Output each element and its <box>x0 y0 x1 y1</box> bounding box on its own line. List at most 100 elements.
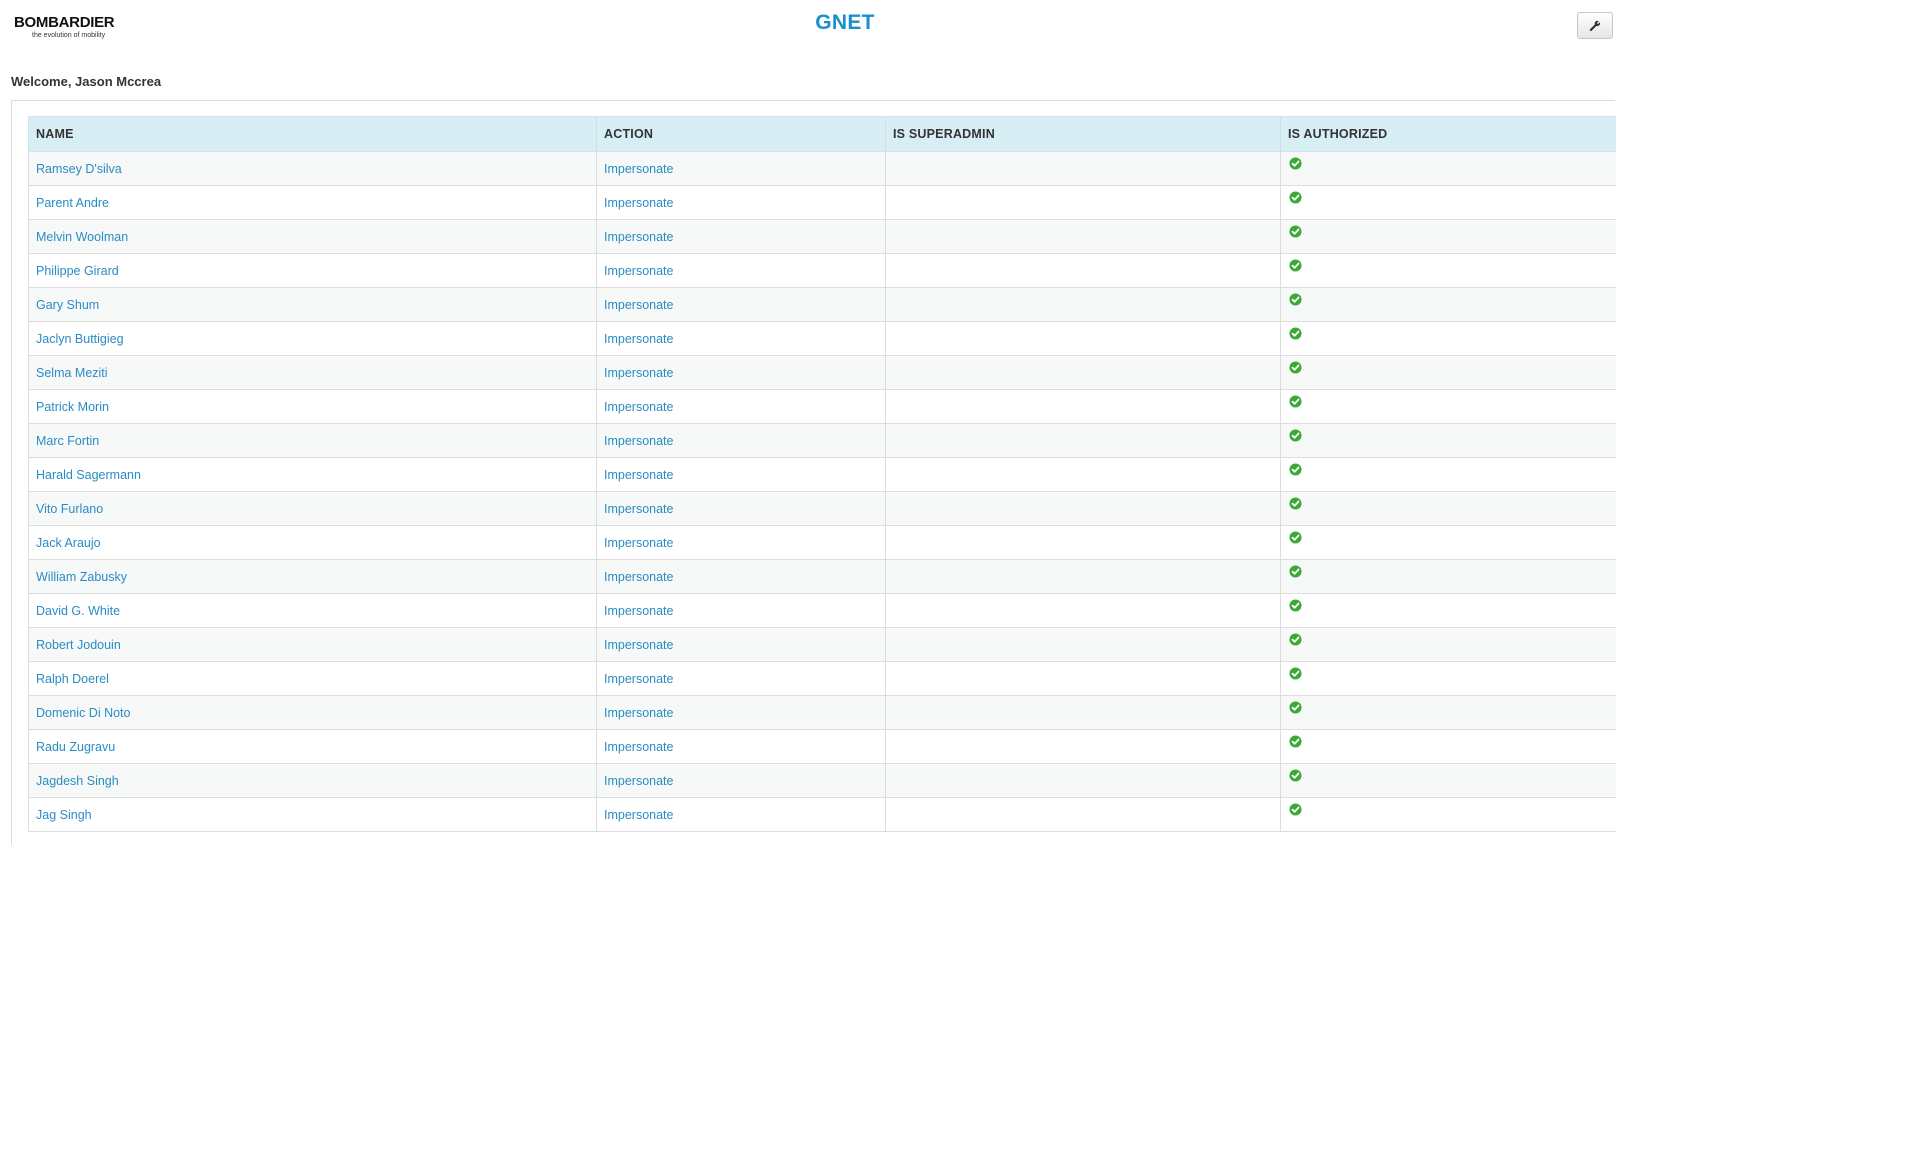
impersonate-link[interactable]: Impersonate <box>604 400 673 414</box>
check-circle-icon <box>1289 258 1302 272</box>
column-header-is-superadmin[interactable]: IS SUPERADMIN <box>885 116 1281 152</box>
is-superadmin-cell <box>885 627 1281 662</box>
impersonate-link[interactable]: Impersonate <box>604 366 673 380</box>
table-row: Selma Meziti Impersonate <box>28 355 1616 390</box>
impersonate-link[interactable]: Impersonate <box>604 332 673 346</box>
action-cell: Impersonate <box>596 321 886 356</box>
action-cell: Impersonate <box>596 797 886 832</box>
impersonate-link[interactable]: Impersonate <box>604 162 673 176</box>
column-header-name[interactable]: NAME <box>28 116 597 152</box>
table-row: Gary Shum Impersonate <box>28 287 1616 322</box>
impersonate-link[interactable]: Impersonate <box>604 264 673 278</box>
impersonate-link[interactable]: Impersonate <box>604 196 673 210</box>
table-row: Domenic Di Noto Impersonate <box>28 695 1616 730</box>
check-circle-icon <box>1289 360 1302 374</box>
users-table: NAME ACTION IS SUPERADMIN IS AUTHORIZED … <box>28 116 1616 832</box>
user-name-link[interactable]: Jack Araujo <box>36 536 101 550</box>
check-circle-icon <box>1289 462 1302 476</box>
table-row: Robert Jodouin Impersonate <box>28 627 1616 662</box>
user-name-link[interactable]: Gary Shum <box>36 298 99 312</box>
is-authorized-cell <box>1280 185 1616 220</box>
action-cell: Impersonate <box>596 151 886 186</box>
user-name-link[interactable]: Melvin Woolman <box>36 230 128 244</box>
user-name-link[interactable]: Patrick Morin <box>36 400 109 414</box>
is-authorized-cell <box>1280 797 1616 832</box>
action-cell: Impersonate <box>596 219 886 254</box>
name-cell: Philippe Girard <box>28 253 597 288</box>
user-name-link[interactable]: Selma Meziti <box>36 366 108 380</box>
action-cell: Impersonate <box>596 729 886 764</box>
name-cell: David G. White <box>28 593 597 628</box>
table-row: Parent Andre Impersonate <box>28 185 1616 220</box>
impersonate-link[interactable]: Impersonate <box>604 298 673 312</box>
check-circle-icon <box>1289 190 1302 204</box>
is-superadmin-cell <box>885 491 1281 526</box>
impersonate-link[interactable]: Impersonate <box>604 808 673 822</box>
name-cell: Radu Zugravu <box>28 729 597 764</box>
user-name-link[interactable]: Parent Andre <box>36 196 109 210</box>
tools-button[interactable] <box>1577 12 1613 39</box>
is-superadmin-cell <box>885 593 1281 628</box>
is-superadmin-cell <box>885 763 1281 798</box>
impersonate-link[interactable]: Impersonate <box>604 434 673 448</box>
user-name-link[interactable]: David G. White <box>36 604 120 618</box>
user-name-link[interactable]: Marc Fortin <box>36 434 99 448</box>
is-superadmin-cell <box>885 287 1281 322</box>
table-row: Jack Araujo Impersonate <box>28 525 1616 560</box>
user-name-link[interactable]: Jag Singh <box>36 808 92 822</box>
user-name-link[interactable]: Ralph Doerel <box>36 672 109 686</box>
user-name-link[interactable]: Radu Zugravu <box>36 740 115 754</box>
name-cell: Harald Sagermann <box>28 457 597 492</box>
check-circle-icon <box>1289 326 1302 340</box>
user-name-link[interactable]: Harald Sagermann <box>36 468 141 482</box>
table-row: Jaclyn Buttigieg Impersonate <box>28 321 1616 356</box>
impersonate-link[interactable]: Impersonate <box>604 536 673 550</box>
impersonate-link[interactable]: Impersonate <box>604 740 673 754</box>
impersonate-link[interactable]: Impersonate <box>604 706 673 720</box>
action-cell: Impersonate <box>596 593 886 628</box>
is-authorized-cell <box>1280 661 1616 696</box>
column-header-action[interactable]: ACTION <box>596 116 886 152</box>
impersonate-link[interactable]: Impersonate <box>604 672 673 686</box>
user-name-link[interactable]: Jaclyn Buttigieg <box>36 332 124 346</box>
is-authorized-cell <box>1280 491 1616 526</box>
action-cell: Impersonate <box>596 661 886 696</box>
impersonate-link[interactable]: Impersonate <box>604 468 673 482</box>
table-header-row: NAME ACTION IS SUPERADMIN IS AUTHORIZED <box>28 116 1616 152</box>
impersonate-link[interactable]: Impersonate <box>604 638 673 652</box>
name-cell: William Zabusky <box>28 559 597 594</box>
app-title: GNET <box>815 11 875 34</box>
impersonate-link[interactable]: Impersonate <box>604 774 673 788</box>
impersonate-link[interactable]: Impersonate <box>604 604 673 618</box>
check-circle-icon <box>1289 224 1302 238</box>
user-name-link[interactable]: Robert Jodouin <box>36 638 121 652</box>
user-name-link[interactable]: William Zabusky <box>36 570 127 584</box>
user-name-link[interactable]: Philippe Girard <box>36 264 119 278</box>
name-cell: Robert Jodouin <box>28 627 597 662</box>
is-authorized-cell <box>1280 457 1616 492</box>
name-cell: Parent Andre <box>28 185 597 220</box>
action-cell: Impersonate <box>596 287 886 322</box>
table-row: Jag Singh Impersonate <box>28 797 1616 832</box>
impersonate-link[interactable]: Impersonate <box>604 570 673 584</box>
check-circle-icon <box>1289 564 1302 578</box>
name-cell: Jack Araujo <box>28 525 597 560</box>
action-cell: Impersonate <box>596 185 886 220</box>
user-name-link[interactable]: Vito Furlano <box>36 502 103 516</box>
name-cell: Jag Singh <box>28 797 597 832</box>
is-authorized-cell <box>1280 695 1616 730</box>
user-name-link[interactable]: Jagdesh Singh <box>36 774 119 788</box>
check-circle-icon <box>1289 632 1302 646</box>
is-superadmin-cell <box>885 797 1281 832</box>
table-row: Philippe Girard Impersonate <box>28 253 1616 288</box>
is-authorized-cell <box>1280 321 1616 356</box>
user-name-link[interactable]: Ramsey D'silva <box>36 162 122 176</box>
impersonate-link[interactable]: Impersonate <box>604 502 673 516</box>
table-row: Vito Furlano Impersonate <box>28 491 1616 526</box>
users-table-body: Ramsey D'silva Impersonate Parent Andre Imp… <box>28 151 1616 832</box>
is-superadmin-cell <box>885 559 1281 594</box>
impersonate-link[interactable]: Impersonate <box>604 230 673 244</box>
user-name-link[interactable]: Domenic Di Noto <box>36 706 130 720</box>
column-header-is-authorized[interactable]: IS AUTHORIZED <box>1280 116 1616 152</box>
action-cell: Impersonate <box>596 525 886 560</box>
